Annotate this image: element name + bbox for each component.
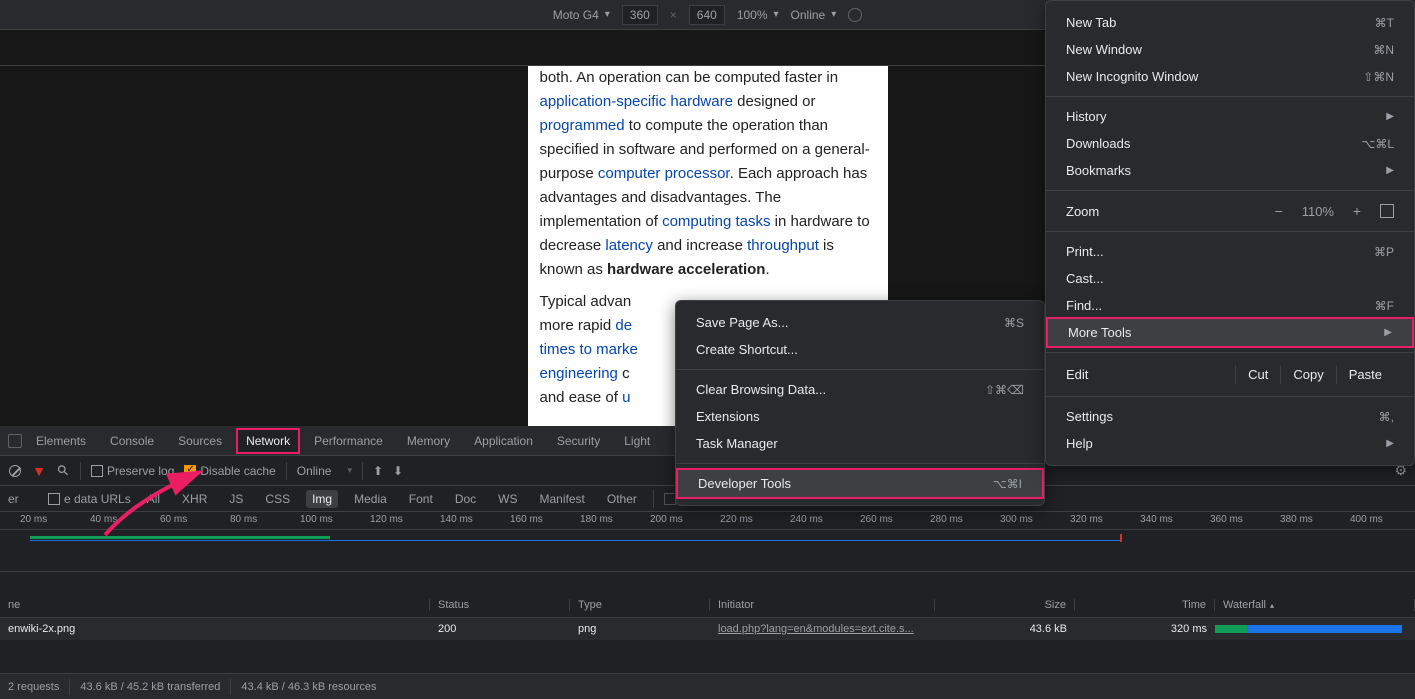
link-computing-tasks[interactable]: computing tasks	[662, 213, 770, 230]
menu-cast[interactable]: Cast...	[1046, 265, 1414, 292]
submenu-extensions[interactable]: Extensions	[676, 403, 1044, 430]
submenu-clear-browsing[interactable]: Clear Browsing Data...⇧⌘⌫	[676, 376, 1044, 403]
tab-elements[interactable]: Elements	[26, 428, 96, 454]
filter-all[interactable]: All	[141, 490, 166, 508]
link-ttm[interactable]: times to marke	[540, 341, 638, 358]
table-row[interactable]: enwiki-2x.png 200 png load.php?lang=en&m…	[0, 618, 1415, 640]
menu-new-window[interactable]: New Window⌘N	[1046, 36, 1414, 63]
col-type[interactable]: Type	[570, 599, 710, 611]
menu-new-incognito[interactable]: New Incognito Window⇧⌘N	[1046, 63, 1414, 90]
rotate-icon[interactable]	[848, 8, 862, 22]
filter-js[interactable]: JS	[223, 490, 249, 508]
submenu-task-manager[interactable]: Task Manager	[676, 430, 1044, 457]
link-u[interactable]: u	[622, 389, 630, 406]
filter-ws[interactable]: WS	[492, 490, 523, 508]
height-input[interactable]	[689, 5, 725, 25]
menu-zoom: Zoom − 110% +	[1046, 197, 1414, 225]
timeline-ruler: 20 ms 40 ms 60 ms 80 ms 100 ms 120 ms 14…	[0, 512, 1415, 530]
link-programmed[interactable]: programmed	[540, 117, 625, 134]
col-status[interactable]: Status	[430, 599, 570, 611]
menu-find[interactable]: Find...⌘F	[1046, 292, 1414, 319]
tab-sources[interactable]: Sources	[168, 428, 232, 454]
col-waterfall[interactable]: Waterfall	[1215, 599, 1415, 611]
stop-record-icon[interactable]	[8, 464, 22, 478]
filter-doc[interactable]: Doc	[449, 490, 482, 508]
menu-bookmarks[interactable]: Bookmarks▶	[1046, 157, 1414, 184]
filter-xhr[interactable]: XHR	[176, 490, 213, 508]
col-size[interactable]: Size	[935, 599, 1075, 611]
status-resources: 43.4 kB / 46.3 kB resources	[241, 681, 376, 693]
link-engineering[interactable]: engineering	[540, 365, 618, 382]
link-throughput[interactable]: throughput	[747, 237, 819, 254]
initiator-link[interactable]: load.php?lang=en&modules=ext.cite.s...	[718, 623, 914, 635]
width-input[interactable]	[622, 5, 658, 25]
tab-security[interactable]: Security	[547, 428, 610, 454]
menu-help[interactable]: Help▶	[1046, 430, 1414, 457]
throttle-select[interactable]: Online	[791, 8, 837, 22]
filter-manifest[interactable]: Manifest	[534, 490, 591, 508]
filter-icon[interactable]: ▼	[32, 464, 46, 478]
network-table: ne Status Type Initiator Size Time Water…	[0, 592, 1415, 640]
fullscreen-icon[interactable]	[1380, 204, 1394, 218]
x-separator: ×	[670, 8, 677, 22]
tab-lighthouse[interactable]: Light	[614, 428, 660, 454]
filter-css[interactable]: CSS	[259, 490, 296, 508]
filter-font[interactable]: Font	[403, 490, 439, 508]
bold-hw-accel: hardware acceleration	[607, 261, 765, 278]
tab-memory[interactable]: Memory	[397, 428, 460, 454]
hide-data-urls-checkbox[interactable]: e data URLs	[48, 492, 131, 506]
zoom-out-button[interactable]: −	[1270, 203, 1288, 219]
zoom-in-button[interactable]: +	[1348, 203, 1366, 219]
zoom-select[interactable]: 100%	[737, 8, 779, 22]
download-icon[interactable]: ⬇	[393, 464, 403, 478]
menu-downloads[interactable]: Downloads⌥⌘L	[1046, 130, 1414, 157]
menu-more-tools[interactable]: More Tools▶	[1046, 317, 1414, 348]
timeline-overview[interactable]	[0, 530, 1415, 572]
tab-network[interactable]: Network	[236, 428, 300, 454]
status-transferred: 43.6 kB / 45.2 kB transferred	[80, 681, 220, 693]
link-app-hardware[interactable]: application-specific hardware	[540, 93, 733, 110]
table-header: ne Status Type Initiator Size Time Water…	[0, 592, 1415, 618]
text: both. An operation can be computed faste…	[540, 69, 839, 86]
edit-copy[interactable]: Copy	[1280, 365, 1335, 384]
link-latency[interactable]: latency	[605, 237, 653, 254]
filter-input[interactable]	[8, 492, 38, 506]
search-icon[interactable]	[56, 464, 70, 478]
disable-cache-checkbox[interactable]: Disable cache	[184, 464, 275, 478]
menu-settings[interactable]: Settings⌘,	[1046, 403, 1414, 430]
col-initiator[interactable]: Initiator	[710, 599, 935, 611]
edit-cut[interactable]: Cut	[1235, 365, 1280, 384]
tab-application[interactable]: Application	[464, 428, 543, 454]
edit-paste[interactable]: Paste	[1336, 365, 1394, 384]
col-name[interactable]: ne	[0, 599, 430, 611]
upload-icon[interactable]: ⬆	[373, 464, 383, 478]
more-tools-submenu: Save Page As...⌘S Create Shortcut... Cle…	[675, 300, 1045, 506]
submenu-developer-tools[interactable]: Developer Tools⌥⌘I	[676, 468, 1044, 499]
menu-history[interactable]: History▶	[1046, 103, 1414, 130]
status-requests: 2 requests	[8, 681, 59, 693]
filter-other[interactable]: Other	[601, 490, 643, 508]
menu-edit: Edit Cut Copy Paste	[1046, 359, 1414, 390]
status-bar: 2 requests 43.6 kB / 45.2 kB transferred…	[0, 673, 1415, 699]
dock-icon[interactable]	[8, 434, 22, 448]
submenu-create-shortcut[interactable]: Create Shortcut...	[676, 336, 1044, 363]
col-time[interactable]: Time	[1075, 599, 1215, 611]
tab-performance[interactable]: Performance	[304, 428, 393, 454]
menu-new-tab[interactable]: New Tab⌘T	[1046, 9, 1414, 36]
tab-console[interactable]: Console	[100, 428, 164, 454]
submenu-save-as[interactable]: Save Page As...⌘S	[676, 309, 1044, 336]
zoom-value: 110%	[1302, 204, 1334, 219]
menu-print[interactable]: Print...⌘P	[1046, 238, 1414, 265]
browser-menu: New Tab⌘T New Window⌘N New Incognito Win…	[1045, 0, 1415, 466]
throttling-select[interactable]: Online	[297, 464, 352, 478]
device-select[interactable]: Moto G4	[553, 8, 610, 22]
filter-img[interactable]: Img	[306, 490, 338, 508]
link-processor[interactable]: computer processor	[598, 165, 730, 182]
preserve-log-checkbox[interactable]: Preserve log	[91, 464, 174, 478]
filter-media[interactable]: Media	[348, 490, 393, 508]
link-de[interactable]: de	[615, 317, 632, 334]
